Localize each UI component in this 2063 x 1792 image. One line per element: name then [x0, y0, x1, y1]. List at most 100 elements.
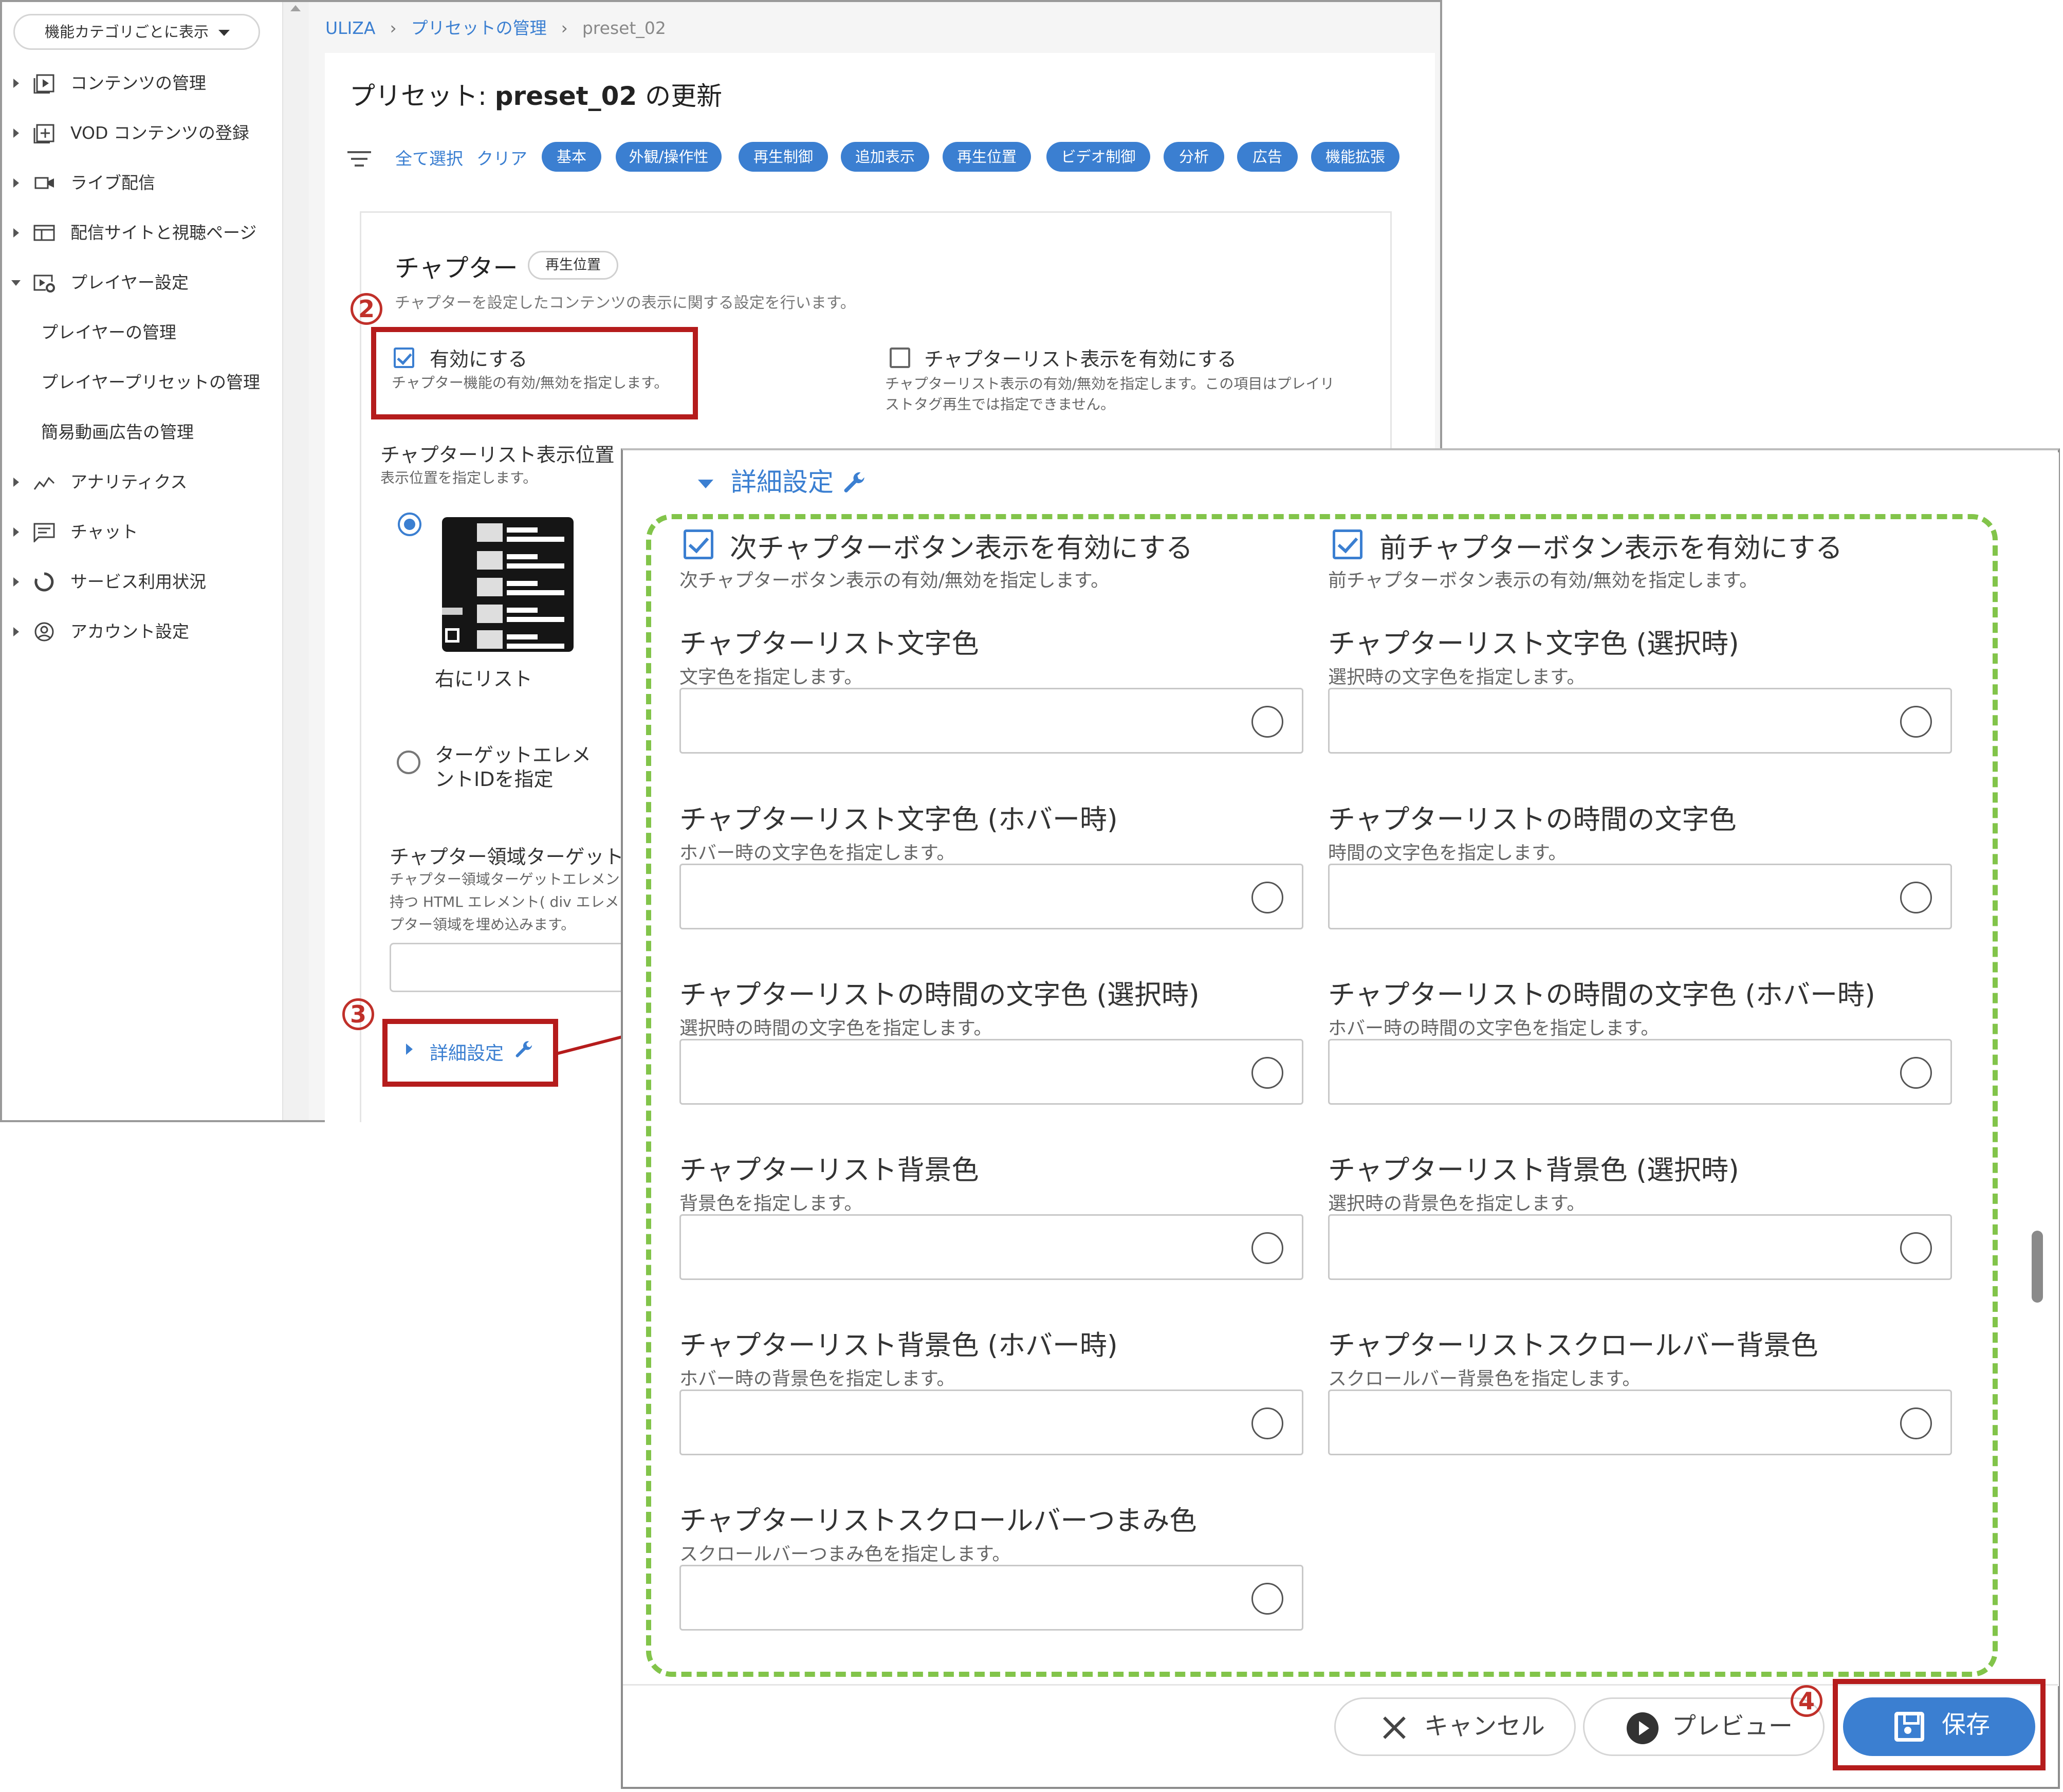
marker-4-number: 4: [1791, 1685, 1822, 1717]
color-picker-icon[interactable]: [1251, 1057, 1283, 1089]
color-picker-icon[interactable]: [1900, 1057, 1932, 1089]
page-title-prefix: プリセット:: [349, 81, 495, 111]
usage-donut-icon: [34, 572, 54, 592]
chip-playback-control[interactable]: 再生制御: [739, 142, 828, 172]
radio-target-element[interactable]: [397, 751, 420, 774]
sidebar-item-label: ライブ配信: [70, 173, 155, 193]
chip-extension[interactable]: 機能拡張: [1311, 142, 1399, 172]
chapter-list-enable-label: チャプターリスト表示を有効にする: [924, 348, 1237, 371]
expand-arrow-icon: [13, 228, 19, 237]
next-chapter-button-label: 次チャプターボタン表示を有効にする: [730, 533, 1193, 564]
sidebar-item-label: チャット: [70, 522, 138, 542]
color-field-input[interactable]: [679, 1214, 1303, 1280]
web-page-icon: [33, 225, 55, 241]
overlay-scrollbar[interactable]: [2022, 452, 2059, 1686]
prev-chapter-button-checkbox[interactable]: [1333, 529, 1362, 559]
marker-2-number: 2: [351, 293, 382, 325]
color-picker-icon[interactable]: [1251, 882, 1283, 913]
color-field-input[interactable]: [679, 864, 1303, 929]
color-field-description: 時間の文字色を指定します。: [1328, 843, 1567, 864]
breadcrumb-parent[interactable]: プリセットの管理: [411, 18, 547, 38]
sidebar-item-analytics[interactable]: アナリティクス: [0, 467, 280, 498]
chip-ads[interactable]: 広告: [1237, 142, 1298, 172]
color-field-label: チャプターリスト背景色: [679, 1155, 979, 1186]
target-area-label: チャプター領域ターゲット: [390, 846, 624, 868]
chip-playback-position[interactable]: 再生位置: [943, 142, 1031, 172]
target-area-description-3: プター領域を埋め込みます。: [390, 916, 576, 933]
prev-chapter-button-description: 前チャプターボタン表示の有効/無効を指定します。: [1328, 570, 1758, 591]
color-picker-icon[interactable]: [1251, 1407, 1283, 1439]
sidebar-item-label: VOD コンテンツの登録: [70, 123, 249, 143]
color-field-input[interactable]: [1328, 864, 1952, 929]
sidebar-subitem-preset-manage[interactable]: プレイヤープリセットの管理: [0, 367, 280, 398]
color-field-input[interactable]: [1328, 1389, 1952, 1455]
radio-right-list[interactable]: [398, 513, 421, 536]
color-picker-icon[interactable]: [1251, 1232, 1283, 1264]
sidebar-item-account[interactable]: アカウント設定: [0, 616, 280, 647]
list-position-label: チャプターリスト表示位置: [380, 444, 615, 466]
right-list-thumbnail: [442, 517, 574, 652]
breadcrumb-separator-icon: ›: [561, 18, 568, 38]
breadcrumb: ULIZA › プリセットの管理 › preset_02: [325, 14, 666, 39]
color-picker-icon[interactable]: [1900, 706, 1932, 738]
select-all-link[interactable]: 全て選択: [395, 145, 463, 170]
sidebar-item-label: コンテンツの管理: [70, 73, 206, 93]
overlay-scroll-thumb[interactable]: [2032, 1231, 2043, 1303]
chapter-list-enable-checkbox[interactable]: [890, 348, 910, 368]
sidebar-item-live[interactable]: ライブ配信: [0, 168, 280, 198]
cancel-button[interactable]: キャンセル: [1334, 1697, 1576, 1756]
sidebar-subitem-label: 簡易動画広告の管理: [41, 422, 194, 442]
sidebar-scrollbar[interactable]: [282, 2, 309, 1120]
color-picker-icon[interactable]: [1251, 1583, 1283, 1615]
color-picker-icon[interactable]: [1900, 882, 1932, 913]
color-field-label: チャプターリスト背景色 (ホバー時): [679, 1330, 1118, 1361]
sidebar-item-contents[interactable]: コンテンツの管理: [0, 68, 280, 99]
sidebar-subitem-player-manage[interactable]: プレイヤーの管理: [0, 317, 280, 348]
sidebar-item-chat[interactable]: チャット: [0, 517, 280, 547]
next-chapter-button-checkbox[interactable]: [684, 529, 713, 559]
chip-video-control[interactable]: ビデオ制御: [1046, 142, 1150, 172]
sidebar-item-distribution[interactable]: 配信サイトと視聴ページ: [0, 217, 280, 248]
play-square-icon: [33, 74, 54, 94]
page-title-preset-name: preset_02: [494, 81, 637, 111]
category-dropdown[interactable]: 機能カテゴリごとに表示: [13, 14, 260, 50]
player-settings-icon: [33, 275, 55, 292]
color-field-input[interactable]: [1328, 1214, 1952, 1280]
color-field-input[interactable]: [679, 1389, 1303, 1455]
color-field-input[interactable]: [1328, 1039, 1952, 1105]
marker-3: 3: [342, 997, 374, 1030]
color-field-input[interactable]: [679, 1565, 1303, 1631]
color-field-input[interactable]: [679, 688, 1303, 754]
preview-button[interactable]: プレビュー: [1583, 1697, 1825, 1756]
expand-arrow-icon: [13, 577, 19, 587]
chip-analytics[interactable]: 分析: [1164, 142, 1224, 172]
chip-additional-display[interactable]: 追加表示: [841, 142, 929, 172]
color-field-description: 選択時の時間の文字色を指定します。: [679, 1018, 992, 1039]
sidebar-subitem-video-ads[interactable]: 簡易動画広告の管理: [0, 417, 280, 448]
color-field-label: チャプターリストの時間の文字色: [1328, 804, 1737, 835]
color-field-description: スクロールバー背景色を指定します。: [1328, 1368, 1641, 1389]
breadcrumb-root[interactable]: ULIZA: [325, 18, 375, 38]
chip-basic[interactable]: 基本: [542, 142, 601, 172]
clear-link[interactable]: クリア: [476, 145, 527, 170]
advanced-settings-toggle[interactable]: 詳細設定: [698, 462, 868, 499]
color-picker-icon[interactable]: [1900, 1407, 1932, 1439]
color-field-label: チャプターリスト文字色 (ホバー時): [679, 804, 1118, 835]
chip-appearance[interactable]: 外観/操作性: [616, 142, 722, 172]
sidebar-item-usage[interactable]: サービス利用状況: [0, 566, 280, 597]
color-field-description: 背景色を指定します。: [679, 1193, 863, 1214]
target-area-description-2: 持つ HTML エレメント( div エレメ: [390, 893, 619, 910]
play-circle-icon: [1627, 1712, 1659, 1744]
expand-arrow-icon: [13, 478, 19, 487]
sidebar-item-player-settings[interactable]: プレイヤー設定: [0, 267, 280, 298]
color-picker-icon[interactable]: [1900, 1232, 1932, 1264]
filter-icon[interactable]: [347, 150, 371, 169]
add-box-icon: [33, 124, 54, 143]
sidebar-item-vod-register[interactable]: VOD コンテンツの登録: [0, 118, 280, 149]
color-field-input[interactable]: [1328, 688, 1952, 754]
scroll-up-icon[interactable]: [290, 5, 301, 11]
color-field-label: チャプターリストの時間の文字色 (選択時): [679, 979, 1200, 1011]
color-field-input[interactable]: [679, 1039, 1303, 1105]
color-picker-icon[interactable]: [1251, 706, 1283, 738]
target-area-input[interactable]: [390, 943, 631, 992]
